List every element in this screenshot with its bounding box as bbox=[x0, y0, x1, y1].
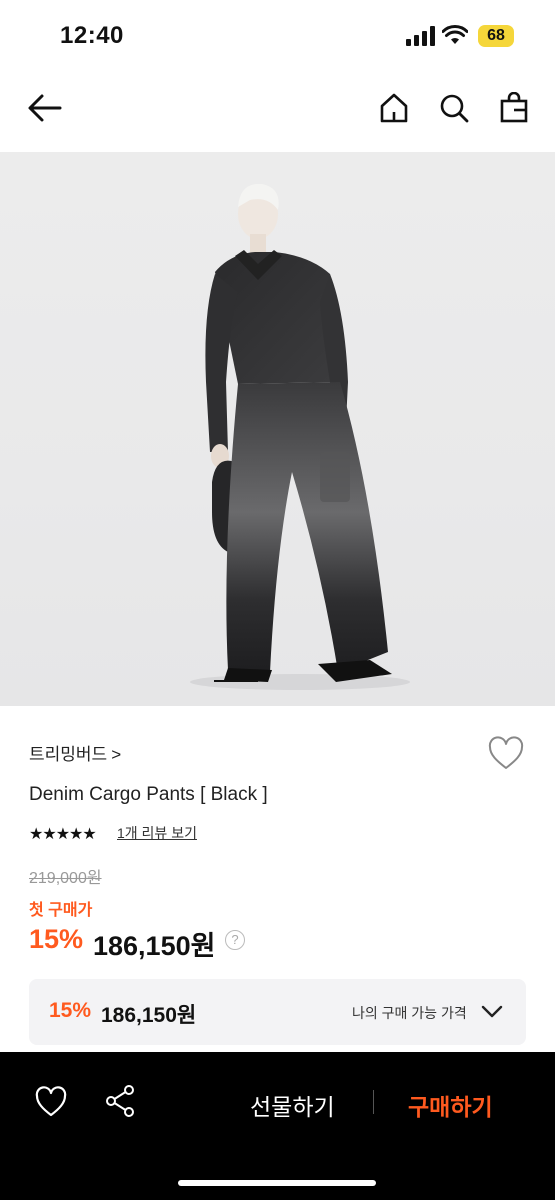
cellular-signal-icon bbox=[406, 26, 435, 46]
my-price: 186,150원 bbox=[101, 1004, 197, 1027]
bottom-action-bar: 선물하기 구매하기 bbox=[0, 1052, 555, 1200]
chevron-down-icon bbox=[481, 1005, 503, 1018]
rating-stars: ★★★★★ bbox=[29, 826, 97, 843]
sale-price: 186,150원 bbox=[93, 931, 216, 961]
status-time: 12:40 bbox=[60, 22, 124, 49]
home-icon[interactable] bbox=[378, 92, 410, 124]
top-nav bbox=[0, 80, 555, 140]
battery-indicator: 68 bbox=[478, 25, 514, 47]
wishlist-heart-icon[interactable] bbox=[487, 736, 525, 772]
search-icon[interactable] bbox=[438, 92, 470, 124]
model-photo bbox=[190, 183, 410, 690]
share-icon[interactable] bbox=[104, 1084, 136, 1118]
home-indicator bbox=[178, 1180, 376, 1186]
divider bbox=[373, 1090, 374, 1114]
product-title: Denim Cargo Pants [ Black ] bbox=[29, 784, 268, 805]
my-price-label: 나의 구매 가능 가격 bbox=[352, 1005, 467, 1021]
buy-button[interactable]: 구매하기 bbox=[408, 1088, 493, 1122]
help-icon[interactable]: ? bbox=[225, 930, 245, 950]
chevron-right-icon: > bbox=[111, 745, 122, 764]
first-purchase-label: 첫 구매가 bbox=[29, 902, 93, 919]
product-image[interactable] bbox=[0, 152, 555, 706]
brand-name: 트리밍버드 bbox=[29, 745, 108, 764]
back-arrow-icon[interactable] bbox=[26, 92, 64, 124]
original-price: 219,000원 bbox=[29, 870, 102, 887]
status-bar: 12:40 68 bbox=[0, 0, 555, 70]
brand-link[interactable]: 트리밍버드 > bbox=[29, 740, 121, 765]
heart-icon[interactable] bbox=[34, 1086, 68, 1118]
my-price-dropdown[interactable]: 15% 186,150원 나의 구매 가능 가격 bbox=[29, 979, 526, 1045]
shopping-bag-icon[interactable] bbox=[498, 92, 530, 124]
wifi-icon bbox=[442, 25, 468, 44]
gift-button[interactable]: 선물하기 bbox=[250, 1088, 335, 1122]
reviews-link[interactable]: 1개 리뷰 보기 bbox=[117, 823, 197, 843]
image-indicator bbox=[214, 680, 258, 682]
discount-rate: 15% bbox=[29, 924, 84, 954]
my-discount-rate: 15% bbox=[49, 999, 92, 1022]
